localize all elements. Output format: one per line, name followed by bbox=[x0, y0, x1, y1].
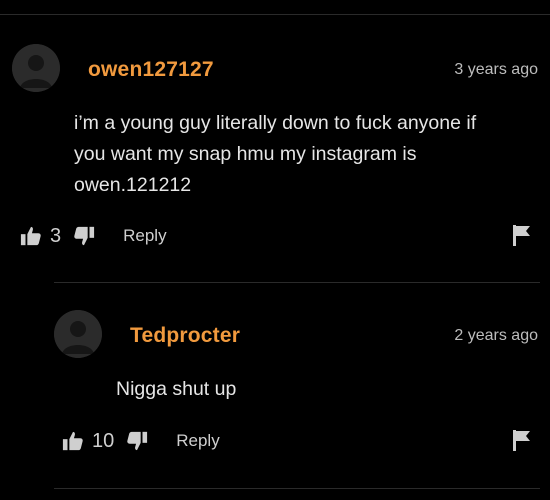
like-count: 10 bbox=[92, 429, 115, 452]
divider-bottom bbox=[54, 488, 540, 489]
comment-actions: 3 Reply bbox=[20, 222, 167, 250]
comment-username[interactable]: Tedprocter bbox=[130, 324, 240, 348]
default-avatar-icon bbox=[54, 310, 102, 358]
reply-button[interactable]: Reply bbox=[123, 226, 166, 246]
avatar[interactable] bbox=[54, 310, 102, 358]
flag-icon[interactable] bbox=[512, 224, 532, 246]
default-avatar-icon bbox=[12, 44, 60, 92]
comment-text: i’m a young guy literally down to fuck a… bbox=[74, 112, 477, 196]
comment-text: Nigga shut up bbox=[116, 378, 237, 400]
thumbs-up-icon[interactable] bbox=[20, 225, 42, 247]
flag-icon[interactable] bbox=[512, 429, 532, 451]
thumbs-down-icon[interactable] bbox=[126, 430, 148, 452]
comment-actions: 10 Reply bbox=[62, 427, 220, 455]
reply-button[interactable]: Reply bbox=[176, 431, 219, 451]
divider-reply bbox=[54, 282, 540, 283]
divider-top bbox=[0, 14, 550, 15]
like-count: 3 bbox=[50, 224, 62, 247]
thumbs-down-icon[interactable] bbox=[73, 225, 95, 247]
comment-timestamp: 2 years ago bbox=[454, 327, 538, 344]
comment-username[interactable]: owen127127 bbox=[88, 58, 214, 82]
avatar[interactable] bbox=[12, 44, 60, 92]
thumbs-up-icon[interactable] bbox=[62, 430, 84, 452]
comment-timestamp: 3 years ago bbox=[454, 61, 538, 78]
